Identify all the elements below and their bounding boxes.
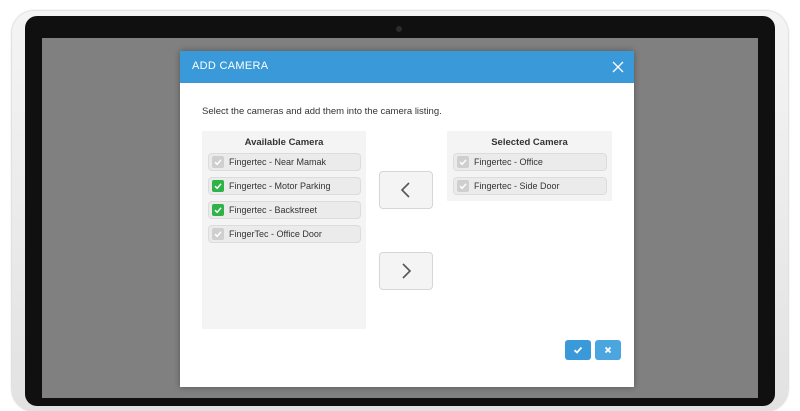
camera-checkbox[interactable] <box>212 204 224 216</box>
close-button[interactable] <box>608 57 628 77</box>
camera-label: Fingertec - Office <box>474 157 543 167</box>
camera-label: Fingertec - Near Mamak <box>229 157 327 167</box>
camera-list-item[interactable]: Fingertec - Office <box>453 153 607 171</box>
camera-list-item[interactable]: FingerTec - Office Door <box>208 225 361 243</box>
check-icon <box>214 183 222 190</box>
dialog-title: ADD CAMERA <box>192 60 269 72</box>
available-camera-title: Available Camera <box>244 137 324 148</box>
camera-checkbox[interactable] <box>212 228 224 240</box>
check-icon <box>214 231 222 238</box>
check-icon <box>214 207 222 214</box>
selected-camera-title: Selected Camera <box>491 137 568 148</box>
available-camera-list: Fingertec - Near Mamak Fingertec - Motor … <box>202 150 366 243</box>
camera-label: Fingertec - Side Door <box>474 181 560 191</box>
camera-checkbox[interactable] <box>457 180 469 192</box>
confirm-button[interactable] <box>565 340 591 360</box>
check-icon <box>573 346 583 354</box>
dialog-header: ADD CAMERA <box>180 51 634 83</box>
camera-list-item[interactable]: Fingertec - Backstreet <box>208 201 361 219</box>
camera-checkbox[interactable] <box>457 156 469 168</box>
available-camera-panel: Available Camera Fingertec - Near Mamak F… <box>202 131 366 329</box>
check-icon <box>459 183 467 190</box>
check-icon <box>459 159 467 166</box>
instruction-text: Select the cameras and add them into the… <box>202 106 442 117</box>
chevron-right-icon <box>402 263 412 279</box>
check-icon <box>214 159 222 166</box>
camera-label: Fingertec - Backstreet <box>229 205 318 215</box>
camera-checkbox[interactable] <box>212 180 224 192</box>
camera-list-item[interactable]: Fingertec - Motor Parking <box>208 177 361 195</box>
camera-list-item[interactable]: Fingertec - Near Mamak <box>208 153 361 171</box>
close-icon <box>612 61 624 73</box>
webcam-dot <box>396 26 402 32</box>
chevron-left-icon <box>400 182 410 198</box>
cancel-button[interactable] <box>595 340 621 360</box>
x-icon <box>604 346 612 354</box>
move-left-button[interactable] <box>379 171 433 209</box>
camera-label: FingerTec - Office Door <box>229 229 322 239</box>
camera-checkbox[interactable] <box>212 156 224 168</box>
camera-label: Fingertec - Motor Parking <box>229 181 331 191</box>
selected-camera-list: Fingertec - Office Fingertec - Side Door <box>447 150 612 195</box>
selected-camera-panel: Selected Camera Fingertec - Office Finger… <box>447 131 612 201</box>
add-camera-dialog: ADD CAMERA Select the cameras and add th… <box>180 51 634 387</box>
camera-list-item[interactable]: Fingertec - Side Door <box>453 177 607 195</box>
move-right-button[interactable] <box>379 252 433 290</box>
